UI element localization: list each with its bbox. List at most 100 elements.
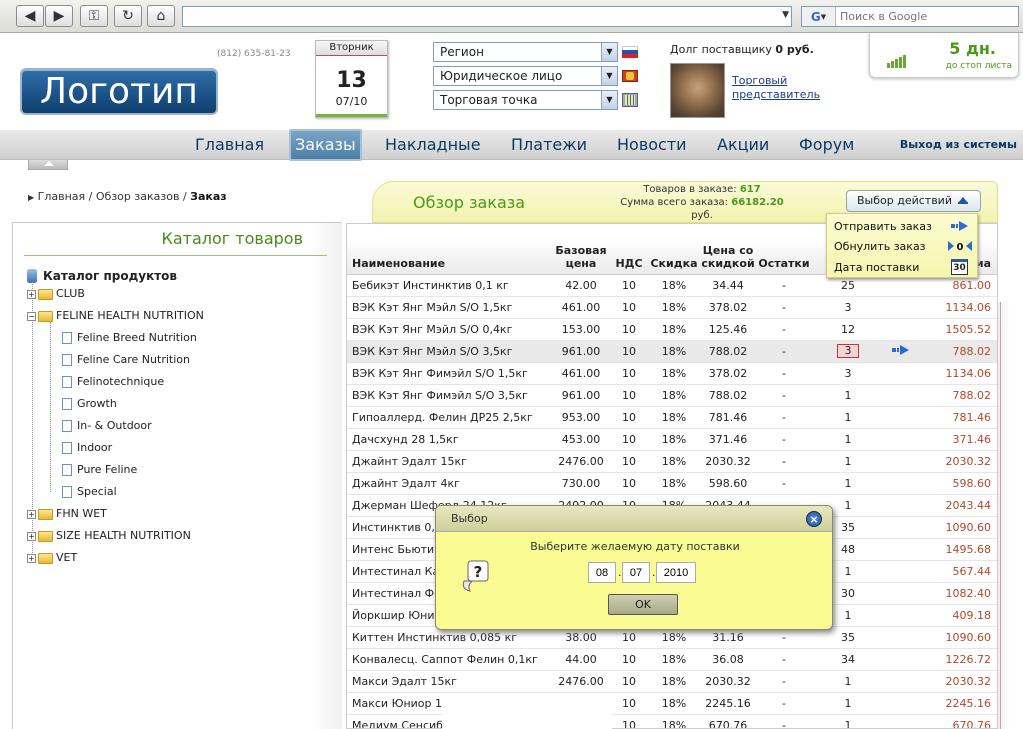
breadcrumb-home[interactable]: Главная	[38, 190, 86, 203]
google-search-box[interactable]: G ▼	[801, 6, 1019, 27]
cell-qty[interactable]: 1	[811, 472, 885, 495]
catalog-subitem[interactable]: In- & Outdoor	[62, 415, 152, 437]
col-header-base-price[interactable]: Базовая цена	[553, 224, 609, 275]
expand-icon[interactable]: +	[27, 509, 36, 519]
nav-item-payments[interactable]: Платежи	[511, 130, 587, 160]
dialog-message: Выберите желаемую дату поставки	[530, 540, 740, 553]
sales-rep-link[interactable]: Торговый представитель	[732, 74, 820, 102]
coat-of-arms-icon	[622, 70, 638, 82]
catalog-group[interactable]: − FELINE HEALTH NUTRITION	[27, 305, 204, 327]
chevron-down-icon[interactable]: ▼	[601, 91, 617, 109]
table-row[interactable]: Дачсхунд 28 1,5кг 453.00 10 18% 371.46-1 371.…	[347, 428, 997, 451]
table-row[interactable]: ВЭК Кэт Янг Мэйл S/O 0,4кг 153.00 10 18% 125…	[347, 318, 997, 341]
catalog-group[interactable]: + FHN WET	[27, 503, 107, 525]
expand-icon[interactable]: +	[27, 553, 36, 563]
table-row[interactable]: Макси Эдалт 15кг 2476.00 10 18% 2030.32-1 203…	[347, 670, 997, 693]
catalog-subitem[interactable]: Growth	[62, 393, 117, 415]
region-select[interactable]: Регион ▼	[433, 42, 618, 62]
catalog-subitem[interactable]: Special	[62, 481, 117, 503]
col-header-name[interactable]: Наименование	[347, 224, 553, 275]
cell-qty[interactable]: 12	[811, 318, 885, 341]
cell-qty[interactable]: 3	[811, 296, 885, 319]
catalog-subitem[interactable]: Feline Breed Nutrition	[62, 327, 197, 349]
cell-qty[interactable]: 34	[811, 648, 885, 671]
logout-link[interactable]: Выход из системы	[900, 130, 1017, 160]
close-icon[interactable]: ×	[806, 511, 822, 527]
cell-qty[interactable]: 3	[811, 362, 885, 385]
breadcrumb-orders[interactable]: Обзор заказов	[96, 190, 180, 203]
url-bar[interactable]: ▼	[182, 6, 792, 27]
cell-qty[interactable]: 1	[811, 384, 885, 407]
table-row[interactable]: ВЭК Кэт Янг Мэйл S/O 3,5кг 961.00 10 18% 788…	[347, 340, 997, 363]
send-arrow-icon[interactable]	[892, 344, 910, 356]
reload-icon[interactable]: ↻	[114, 5, 142, 27]
cell-qty[interactable]: 1	[811, 428, 885, 451]
logo[interactable]: Логотип	[20, 68, 218, 115]
legal-entity-select[interactable]: Юридическое лицо ▼	[433, 66, 618, 86]
google-engine-icon[interactable]: G ▼	[802, 7, 836, 26]
table-row[interactable]: Джайнт Эдалт 15кг 2476.00 10 18% 2030.32-1 20…	[347, 450, 997, 473]
catalog-subitem[interactable]: Pure Feline	[62, 459, 137, 481]
catalog-subitem[interactable]: Indoor	[62, 437, 112, 459]
catalog-subitem[interactable]: Feline Care Nutrition	[62, 349, 190, 371]
col-header-discount[interactable]: Скидка	[649, 224, 699, 275]
cell-qty[interactable]: 1	[811, 670, 885, 693]
year-input[interactable]	[656, 562, 696, 583]
dialog-titlebar[interactable]	[436, 506, 832, 532]
table-row[interactable]: Гипоаллерд. Фелин ДР25 2,5кг 953.00 10 18% 7…	[347, 406, 997, 429]
forward-arrow-icon[interactable]: ▶	[45, 5, 73, 27]
cell-vat: 10	[609, 670, 649, 693]
table-row[interactable]: ВЭК Кэт Янг Фимэйл S/O 3,5кг 961.00 10 18% 7…	[347, 384, 997, 407]
cell-vat: 10	[609, 692, 649, 715]
catalog-group[interactable]: + CLUB	[27, 283, 85, 305]
cell-disc: 18%	[649, 648, 699, 671]
cell-qty[interactable]: 3	[811, 340, 885, 363]
svg-text:?: ?	[474, 563, 483, 581]
nav-item-invoices[interactable]: Накладные	[385, 130, 481, 160]
nav-item-home[interactable]: Главная	[195, 130, 264, 160]
expand-icon[interactable]: +	[27, 289, 36, 299]
col-header-discount-price[interactable]: Цена со скидкой	[699, 224, 757, 275]
calendar-month: 07/10	[335, 95, 368, 108]
menu-reset-order[interactable]: Обнулить заказ	[834, 240, 926, 253]
nav-item-news[interactable]: Новости	[617, 130, 687, 160]
url-dropdown-icon[interactable]: ▼	[782, 10, 789, 20]
catalog-group[interactable]: + VET	[27, 547, 77, 569]
menu-delivery-date[interactable]: Дата поставки	[834, 261, 919, 274]
google-search-input[interactable]	[836, 10, 1012, 23]
catalog-subitem[interactable]: Felinotechnique	[62, 371, 164, 393]
table-row[interactable]: Конвалесц. Саппот Фелин 0,1кг 44.00 10 18% 3…	[347, 648, 997, 671]
cell-name: ВЭК Кэт Янг Мэйл S/O 3,5кг	[347, 340, 553, 363]
day-input[interactable]	[588, 562, 616, 583]
actions-button[interactable]: Выбор действий	[846, 190, 981, 212]
cell-name: ВЭК Кэт Янг Мэйл S/O 1,5кг	[347, 296, 553, 319]
nav-item-forum[interactable]: Форум	[799, 130, 854, 160]
cell-qty[interactable]: 1	[811, 450, 885, 473]
table-row[interactable]: Джайнт Эдалт 4кг 730.00 10 18% 598.60-1 598.6…	[347, 472, 997, 495]
expand-icon[interactable]: +	[27, 531, 36, 541]
collapse-header-tab[interactable]	[28, 160, 68, 170]
chevron-down-icon[interactable]: ▼	[601, 67, 617, 85]
back-arrow-icon[interactable]: ◀	[16, 5, 44, 27]
outlet-select[interactable]: Торговая точка ▼	[433, 90, 618, 110]
col-header-vat[interactable]: НДС	[609, 224, 649, 275]
cell-qty[interactable]: 1	[811, 714, 885, 728]
collapse-icon[interactable]: −	[27, 311, 36, 321]
cell-action	[885, 560, 917, 583]
key-icon[interactable]: ⚿	[80, 5, 108, 27]
menu-send-order[interactable]: Отправить заказ	[834, 220, 932, 233]
nav-item-promotions[interactable]: Акции	[717, 130, 769, 160]
cell-qty[interactable]: 1	[811, 406, 885, 429]
cell-qty[interactable]: 1	[811, 692, 885, 715]
quantity-input[interactable]: 3	[837, 344, 859, 358]
catalog-group[interactable]: + SIZE HEALTH NUTRITION	[27, 525, 191, 547]
table-row[interactable]: ВЭК Кэт Янг Мэйл S/O 1,5кг 461.00 10 18% 378…	[347, 296, 997, 319]
month-input[interactable]	[622, 562, 650, 583]
chevron-down-icon[interactable]: ▼	[601, 43, 617, 61]
col-header-stock[interactable]: Остатки	[757, 224, 811, 275]
table-row[interactable]: ВЭК Кэт Янг Фимэйл S/O 1,5кг 461.00 10 18% 3…	[347, 362, 997, 385]
home-icon[interactable]: ⌂	[147, 5, 175, 27]
avatar	[670, 63, 725, 118]
nav-item-orders[interactable]: Заказы	[289, 129, 362, 161]
ok-button[interactable]: OK	[608, 594, 678, 615]
